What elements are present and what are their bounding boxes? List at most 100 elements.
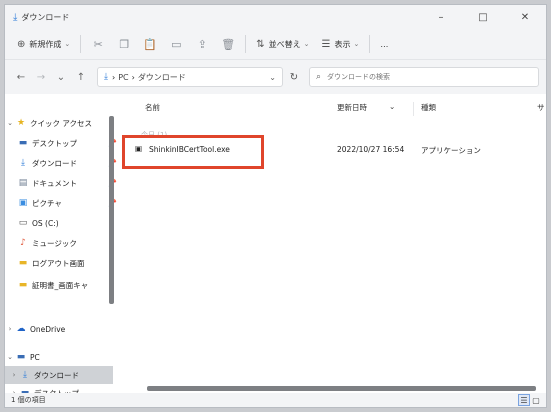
sidebar-item-label: PC [30, 352, 40, 362]
copy-icon[interactable]: ❐ [111, 33, 137, 55]
computer-icon: ▬ [16, 352, 26, 362]
address-row: ← → ⌄ ↑ ⤓ › PC › ダウンロード ⌄ ↻ ⌕ [5, 60, 546, 94]
close-button[interactable]: ✕ [504, 5, 546, 29]
forward-button[interactable]: → [31, 66, 51, 88]
folder-icon: ▬ [18, 258, 28, 268]
sort-label: 並べ替え [268, 39, 301, 49]
new-label: 新規作成 [29, 39, 62, 49]
column-divider[interactable] [413, 102, 414, 116]
divider [245, 35, 247, 53]
minimize-button[interactable]: – [420, 5, 462, 29]
breadcrumb-separator: › [131, 72, 135, 82]
download-icon: ⤓ [104, 72, 108, 82]
chevron-right-icon[interactable]: › [9, 371, 19, 379]
breadcrumb-pc[interactable]: PC [118, 73, 128, 82]
column-size[interactable]: サ [537, 102, 545, 113]
sidebar-item-label: ダウンロード [32, 158, 77, 168]
recent-locations-button[interactable]: ⌄ [51, 66, 71, 88]
address-bar[interactable]: ⤓ › PC › ダウンロード ⌄ [97, 67, 283, 87]
sidebar-item-label: クイック アクセス [30, 118, 93, 128]
sidebar-item-os-drive[interactable]: ▭ OS (C:) [5, 214, 125, 232]
sidebar-item-pictures[interactable]: ▣ ピクチャ 📌 [5, 194, 125, 212]
picture-icon: ▣ [18, 198, 28, 208]
sort-caret-icon: ⌄ [389, 102, 396, 111]
item-count: 1 個の項目 [11, 396, 46, 404]
window-title: ダウンロード [21, 12, 70, 22]
sidebar-item-label: 証明書_画面キャ [32, 280, 89, 290]
file-list-pane: 名前 ⌄ 更新日時 種類 サ 今日 (1) ▣ ShinkinIBCertToo… [117, 94, 546, 393]
chevron-down-icon[interactable]: ⌄ [5, 119, 15, 127]
sort-button[interactable]: ⇅ 並べ替え ⌄ [250, 33, 315, 55]
star-icon: ★ [16, 118, 26, 128]
file-type: アプリケーション [421, 146, 481, 155]
column-type[interactable]: 種類 [421, 102, 436, 113]
sidebar-item-desktop[interactable]: ▬ デスクトップ 📌 [5, 134, 125, 152]
back-button[interactable]: ← [11, 66, 31, 88]
file-explorer-window: ⤓ ダウンロード – □ ✕ ⊕ 新規作成 ⌄ ✂ ❐ 📋 ▭ ⇪ 🗑 ⇅ 並べ… [4, 4, 547, 408]
sidebar-item-onedrive[interactable]: › ☁ OneDrive [5, 320, 113, 338]
chevron-down-icon[interactable]: ⌄ [5, 353, 15, 361]
file-modified: 2022/10/27 16:54 [337, 145, 405, 154]
more-button[interactable]: … [374, 33, 394, 55]
divider [80, 35, 82, 53]
new-button[interactable]: ⊕ 新規作成 ⌄ [11, 33, 76, 55]
sidebar-item-pc-downloads[interactable]: › ⤓ ダウンロード [5, 366, 113, 384]
maximize-button[interactable]: □ [462, 5, 504, 29]
tiles-view-icon[interactable]: ▢ [530, 394, 542, 406]
paste-icon[interactable]: 📋 [137, 33, 163, 55]
view-button[interactable]: ☰ 表示 ⌄ [316, 33, 366, 55]
exe-file-icon: ▣ [135, 144, 143, 153]
folder-icon: ▬ [18, 280, 28, 290]
chevron-right-icon[interactable]: › [5, 325, 15, 333]
chevron-down-icon: ⌄ [353, 40, 360, 48]
sidebar-item-certificate-screens[interactable]: ▬ 証明書_画面キャ [5, 276, 125, 294]
sidebar-item-label: ミュージック [32, 238, 77, 248]
sidebar-item-pc[interactable]: ⌄ ▬ PC [5, 348, 113, 366]
column-headers: 名前 ⌄ 更新日時 種類 サ [117, 102, 546, 118]
view-list-icon: ☰ [321, 38, 331, 50]
sort-icon: ⇅ [256, 38, 265, 50]
sidebar-item-label: ログアウト画面 [32, 258, 85, 268]
command-bar: ⊕ 新規作成 ⌄ ✂ ❐ 📋 ▭ ⇪ 🗑 ⇅ 並べ替え ⌄ ☰ 表示 ⌄ … [5, 29, 546, 60]
sidebar-item-label: ドキュメント [32, 178, 77, 188]
group-header[interactable]: 今日 (1) [141, 130, 167, 140]
cut-icon[interactable]: ✂ [85, 33, 111, 55]
sidebar-scrollbar[interactable] [109, 116, 114, 304]
sidebar-item-logout-screen[interactable]: ▬ ログアウト画面 [5, 254, 125, 272]
file-name: ShinkinIBCertTool.exe [149, 145, 230, 154]
delete-icon[interactable]: 🗑 [215, 33, 241, 55]
sidebar-item-label: ピクチャ [32, 198, 62, 208]
status-bar: 1 個の項目 ☰ ▢ [5, 393, 546, 407]
plus-circle-icon: ⊕ [17, 38, 26, 50]
refresh-button[interactable]: ↻ [283, 72, 305, 83]
rename-icon[interactable]: ▭ [163, 33, 189, 55]
navigation-pane: ⌄ ★ クイック アクセス ▬ デスクトップ 📌 ⤓ ダウンロード 📌 ▤ ドキ… [5, 94, 117, 398]
sidebar-item-quick-access[interactable]: ⌄ ★ クイック アクセス [5, 114, 113, 132]
sidebar-item-downloads[interactable]: ⤓ ダウンロード 📌 [5, 154, 125, 172]
title-bar: ⤓ ダウンロード – □ ✕ [5, 5, 546, 29]
file-row[interactable]: ▣ ShinkinIBCertTool.exe 2022/10/27 16:54… [127, 142, 546, 160]
column-name[interactable]: 名前 [145, 102, 160, 113]
sidebar-item-label: OS (C:) [32, 218, 59, 228]
view-toggle: ☰ ▢ [518, 394, 542, 406]
document-icon: ▤ [18, 178, 28, 188]
chevron-down-icon: ⌄ [303, 40, 310, 48]
search-box[interactable]: ⌕ [309, 67, 539, 87]
horizontal-scrollbar[interactable] [147, 386, 536, 391]
share-icon[interactable]: ⇪ [189, 33, 215, 55]
drive-icon: ▭ [18, 218, 28, 228]
sidebar-item-music[interactable]: ♪ ミュージック [5, 234, 125, 252]
download-icon: ⤓ [21, 158, 25, 168]
up-button[interactable]: ↑ [71, 66, 91, 88]
window-controls: – □ ✕ [420, 5, 546, 29]
chevron-down-icon[interactable]: ⌄ [269, 73, 276, 82]
download-icon: ⤓ [13, 11, 18, 23]
sidebar-item-documents[interactable]: ▤ ドキュメント 📌 [5, 174, 125, 192]
search-input[interactable] [327, 73, 508, 81]
desktop-icon: ▬ [18, 138, 28, 148]
breadcrumb-downloads[interactable]: ダウンロード [138, 72, 186, 83]
column-modified[interactable]: 更新日時 [337, 102, 367, 113]
sidebar-item-label: OneDrive [30, 324, 66, 334]
details-view-icon[interactable]: ☰ [518, 394, 530, 406]
view-label: 表示 [334, 39, 351, 49]
